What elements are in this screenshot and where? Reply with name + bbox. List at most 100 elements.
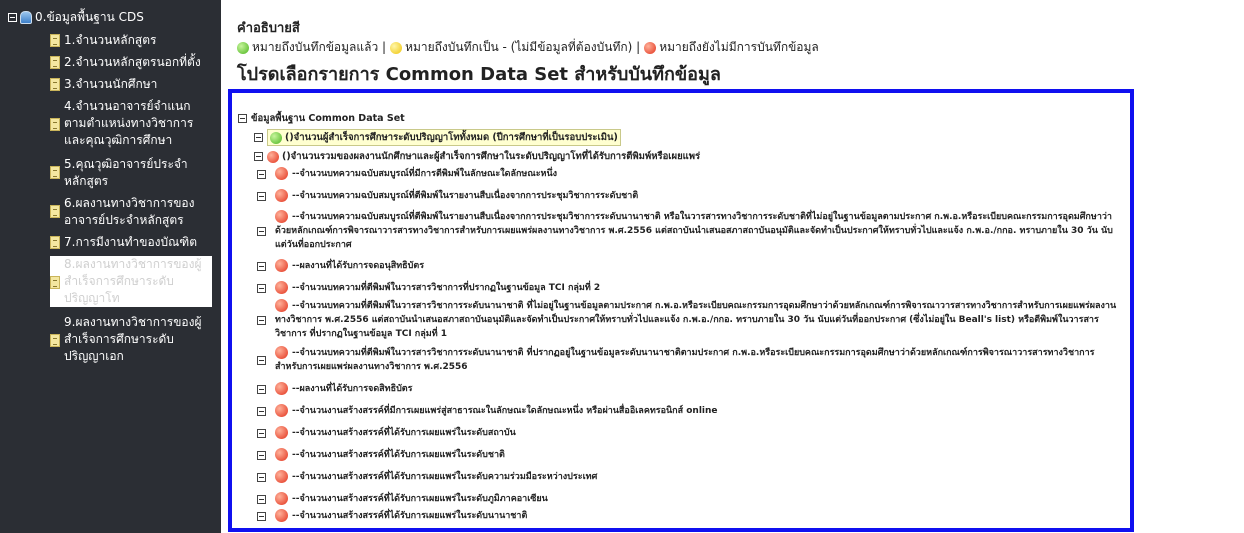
tree-leaf-label: --จำนวนบทความฉบับสมบูรณ์ที่ตีพิมพ์ในรายง… <box>292 191 639 201</box>
color-legend: หมายถึงบันทึกข้อมูลแล้ว | หมายถึงบันทึกเ… <box>237 38 819 57</box>
tree-root[interactable]: ข้อมูลพื้นฐาน Common Data Set <box>238 111 405 126</box>
legend-title: คำอธิบายสี <box>237 21 300 36</box>
document-icon <box>50 236 60 249</box>
document-icon <box>50 56 60 69</box>
collapse-icon[interactable] <box>257 355 266 365</box>
document-icon <box>50 78 60 91</box>
collapse-icon[interactable] <box>257 428 266 438</box>
yellow-status-icon <box>390 41 403 54</box>
tree-node-works[interactable]: ()จำนวนรวมของผลงานนักศึกษาและผู้สำเร็จกา… <box>254 149 700 164</box>
sidebar-item-label: 1.จำนวนหลักสูตร <box>64 33 157 47</box>
tree-leaf-label: --ผลงานที่ได้รับการจดสิทธิบัตร <box>292 384 413 394</box>
tree-leaf-12[interactable]: --จำนวนงานสร้างสรรค์ที่ได้รับการเผยแพร่ใ… <box>257 470 1117 484</box>
red-status-icon <box>275 210 288 223</box>
document-icon <box>50 205 60 218</box>
tree-node-graduates[interactable]: ()จำนวนผู้สำเร็จการศึกษาระดับปริญญาโททั้… <box>254 129 621 146</box>
green-status-icon <box>270 131 282 144</box>
tree-leaf-13[interactable]: --จำนวนงานสร้างสรรค์ที่ได้รับการเผยแพร่ใ… <box>257 492 1117 506</box>
green-status-icon <box>237 41 249 54</box>
collapse-icon[interactable] <box>254 152 263 161</box>
collapse-icon[interactable] <box>257 494 266 504</box>
legend-green-text: หมายถึงบันทึกข้อมูลแล้ว | <box>252 40 387 54</box>
collapse-icon[interactable] <box>257 450 266 460</box>
tree-leaf-5[interactable]: --จำนวนบทความที่ตีพิมพ์ในวารสารวิชาการที… <box>257 281 1117 295</box>
collapse-icon[interactable] <box>257 261 266 271</box>
sidebar-item-8-active[interactable]: 8.ผลงานทางวิชาการของผู้สำเร็จการศึกษาระด… <box>50 256 212 307</box>
main-content: คำอธิบายสี หมายถึงบันทึกข้อมูลแล้ว | หมา… <box>221 0 1244 533</box>
collapse-icon[interactable] <box>8 13 17 22</box>
sidebar-item-label: 9.ผลงานทางวิชาการของผู้สำเร็จการศึกษาระด… <box>64 315 202 363</box>
collapse-icon[interactable] <box>257 283 266 293</box>
tree-node-label: ()จำนวนผู้สำเร็จการศึกษาระดับปริญญาโททั้… <box>285 132 618 143</box>
tree-leaf-label: --จำนวนบทความที่ตีพิมพ์ในวารสารวิชาการระ… <box>275 301 1117 339</box>
tree-leaf-6[interactable]: --จำนวนบทความที่ตีพิมพ์ในวารสารวิชาการระ… <box>257 299 1117 341</box>
red-status-icon <box>275 404 288 417</box>
sidebar-item-7[interactable]: 7.การมีงานทำของบัณฑิต <box>50 234 210 251</box>
document-icon <box>50 34 60 47</box>
tree-leaf-label: --จำนวนงานสร้างสรรค์ที่ได้รับการเผยแพร่ใ… <box>292 450 505 460</box>
sidebar: 0.ข้อมูลพื้นฐาน CDS 1.จำนวนหลักสูตร 2.จำ… <box>0 0 221 533</box>
sidebar-item-3[interactable]: 3.จำนวนนักศึกษา <box>50 76 210 93</box>
document-icon <box>50 166 60 179</box>
sidebar-item-1[interactable]: 1.จำนวนหลักสูตร <box>50 32 210 49</box>
sidebar-item-label: 5.คุณวุฒิอาจารย์ประจำหลักสูตร <box>64 157 188 188</box>
tree-leaf-3[interactable]: --จำนวนบทความฉบับสมบูรณ์ที่ตีพิมพ์ในรายง… <box>257 210 1117 252</box>
tree-leaf-8[interactable]: --ผลงานที่ได้รับการจดสิทธิบัตร <box>257 382 1117 396</box>
collapse-icon[interactable] <box>238 114 247 123</box>
red-status-icon <box>275 299 288 312</box>
database-icon <box>20 11 32 24</box>
tree-leaf-11[interactable]: --จำนวนงานสร้างสรรค์ที่ได้รับการเผยแพร่ใ… <box>257 448 1117 462</box>
sidebar-item-9[interactable]: 9.ผลงานทางวิชาการของผู้สำเร็จการศึกษาระด… <box>50 314 210 365</box>
tree-leaf-2[interactable]: --จำนวนบทความฉบับสมบูรณ์ที่ตีพิมพ์ในรายง… <box>257 189 1117 203</box>
tree-leaf-label: --จำนวนงานสร้างสรรค์ที่ได้รับการเผยแพร่ใ… <box>292 511 528 521</box>
collapse-icon[interactable] <box>257 315 266 325</box>
sidebar-item-label: 8.ผลงานทางวิชาการของผู้สำเร็จการศึกษาระด… <box>64 257 202 305</box>
legend-red-text: หมายถึงยังไม่มีการบันทึกข้อมูล <box>659 40 819 54</box>
red-status-icon <box>275 189 288 202</box>
tree-leaf-1[interactable]: --จำนวนบทความฉบับสมบูรณ์ที่มีการตีพิมพ์ใ… <box>257 167 1117 181</box>
tree-leaf-10[interactable]: --จำนวนงานสร้างสรรค์ที่ได้รับการเผยแพร่ใ… <box>257 426 1117 440</box>
collapse-icon[interactable] <box>257 384 266 394</box>
collapse-icon[interactable] <box>257 472 266 482</box>
tree-leaf-label: --จำนวนบทความฉบับสมบูรณ์ที่มีการตีพิมพ์ใ… <box>292 169 558 179</box>
red-status-icon <box>275 492 288 505</box>
collapse-icon[interactable] <box>257 226 266 236</box>
sidebar-item-label: 3.จำนวนนักศึกษา <box>64 77 158 91</box>
tree-leaf-14[interactable]: --จำนวนงานสร้างสรรค์ที่ได้รับการเผยแพร่ใ… <box>257 509 1117 523</box>
collapse-icon[interactable] <box>257 169 266 179</box>
sidebar-root-label: 0.ข้อมูลพื้นฐาน CDS <box>35 10 144 24</box>
tree-leaf-7[interactable]: --จำนวนบทความที่ตีพิมพ์ในวารสารวิชาการระ… <box>257 346 1117 374</box>
cds-tree-panel: ข้อมูลพื้นฐาน Common Data Set ()จำนวนผู้… <box>228 89 1134 532</box>
collapse-icon[interactable] <box>257 511 266 521</box>
red-status-icon <box>275 509 288 522</box>
page-title: โปรดเลือกรายการ Common Data Set สำหรับบั… <box>237 64 721 85</box>
sidebar-item-2[interactable]: 2.จำนวนหลักสูตรนอกที่ตั้ง <box>50 54 210 71</box>
red-status-icon <box>275 167 288 180</box>
document-icon <box>50 118 60 131</box>
legend-yellow-text: หมายถึงบันทึกเป็น - (ไม่มีข้อมูลที่ต้องบ… <box>405 40 641 54</box>
red-status-icon <box>275 426 288 439</box>
sidebar-item-6[interactable]: 6.ผลงานทางวิชาการของอาจารย์ประจำหลักสูตร <box>50 195 210 229</box>
tree-root-label: ข้อมูลพื้นฐาน Common Data Set <box>251 113 405 124</box>
collapse-icon[interactable] <box>257 406 266 416</box>
sidebar-item-label: 4.จำนวนอาจารย์จำแนกตามตำแหน่งทางวิชาการแ… <box>64 99 194 147</box>
tree-leaf-4[interactable]: --ผลงานที่ได้รับการจดอนุสิทธิบัตร <box>257 259 1117 273</box>
tree-leaf-label: --จำนวนบทความที่ตีพิมพ์ในวารสารวิชาการที… <box>292 283 601 293</box>
sidebar-item-label: 6.ผลงานทางวิชาการของอาจารย์ประจำหลักสูตร <box>64 196 195 227</box>
tree-leaf-label: --จำนวนงานสร้างสรรค์ที่ได้รับการเผยแพร่ใ… <box>292 494 548 504</box>
sidebar-root[interactable]: 0.ข้อมูลพื้นฐาน CDS <box>8 8 144 27</box>
document-icon <box>50 276 60 289</box>
tree-leaf-label: --จำนวนงานสร้างสรรค์ที่มีการเผยแพร่สู่สา… <box>292 406 718 416</box>
red-status-icon <box>267 150 279 163</box>
sidebar-item-4[interactable]: 4.จำนวนอาจารย์จำแนกตามตำแหน่งทางวิชาการแ… <box>50 98 210 149</box>
red-status-icon <box>275 448 288 461</box>
sidebar-item-5[interactable]: 5.คุณวุฒิอาจารย์ประจำหลักสูตร <box>50 156 210 190</box>
red-status-icon <box>644 41 657 54</box>
tree-leaf-label: --ผลงานที่ได้รับการจดอนุสิทธิบัตร <box>292 261 425 271</box>
sidebar-item-label: 7.การมีงานทำของบัณฑิต <box>64 235 198 249</box>
tree-leaf-label: --จำนวนงานสร้างสรรค์ที่ได้รับการเผยแพร่ใ… <box>292 472 598 482</box>
collapse-icon[interactable] <box>257 191 266 201</box>
tree-leaf-9[interactable]: --จำนวนงานสร้างสรรค์ที่มีการเผยแพร่สู่สา… <box>257 404 1117 418</box>
collapse-icon[interactable] <box>254 133 263 142</box>
red-status-icon <box>275 259 288 272</box>
